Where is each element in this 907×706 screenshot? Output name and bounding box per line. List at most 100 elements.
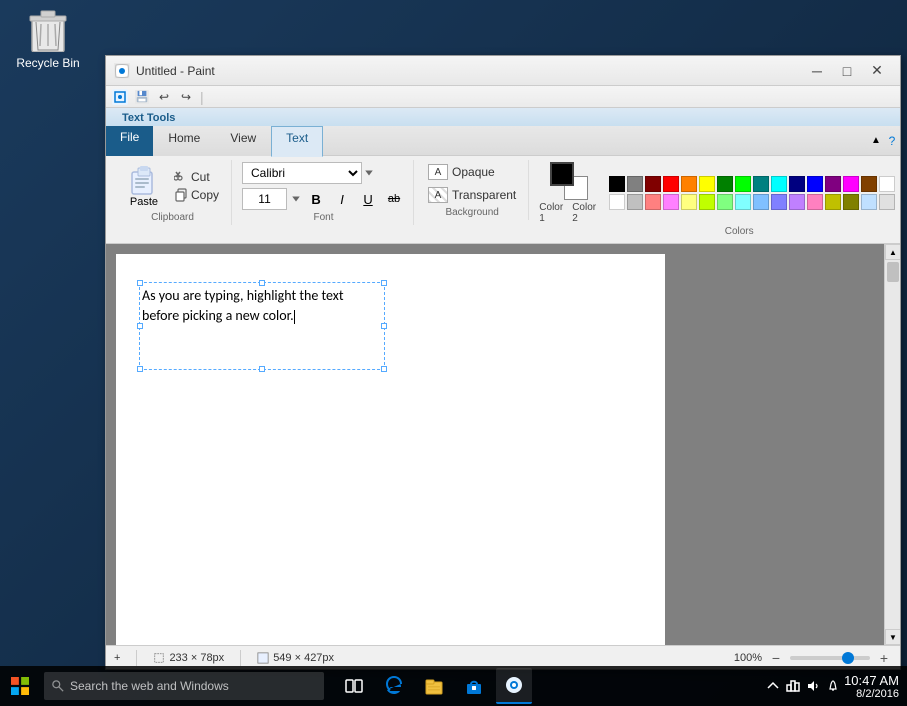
swatch-yellow[interactable] — [699, 176, 715, 192]
handle-br[interactable] — [381, 366, 387, 372]
volume-icon[interactable] — [806, 679, 820, 693]
italic-button[interactable]: I — [331, 188, 353, 210]
font-family-select[interactable]: Calibri Arial Times New Roman — [242, 162, 362, 184]
scroll-down-button[interactable]: ▼ — [885, 629, 900, 645]
underline-label: U — [363, 192, 372, 207]
notification-icon[interactable] — [826, 679, 840, 693]
swatch-black[interactable] — [609, 176, 625, 192]
scroll-thumb[interactable] — [887, 262, 899, 282]
scroll-track[interactable] — [885, 260, 900, 629]
save-button[interactable] — [132, 87, 152, 107]
colors-group-label: Colors — [725, 226, 754, 237]
swatch-lightgray[interactable] — [879, 194, 895, 210]
edge-button[interactable] — [376, 668, 412, 704]
paste-button[interactable]: Paste — [122, 162, 166, 210]
ribbon-collapse-button[interactable]: ▲ — [868, 126, 884, 156]
swatch-lightyellow[interactable] — [681, 194, 697, 210]
swatch-magenta[interactable] — [843, 176, 859, 192]
minimize-button[interactable]: ─ — [802, 57, 832, 85]
cut-button[interactable]: Cut — [170, 169, 223, 185]
close-button[interactable]: ✕ — [862, 57, 892, 85]
swatch-purple[interactable] — [825, 176, 841, 192]
bold-button[interactable]: B — [305, 188, 327, 210]
tab-home[interactable]: Home — [153, 126, 215, 156]
underline-button[interactable]: U — [357, 188, 379, 210]
paint-icon — [114, 63, 130, 79]
swatch-navy[interactable] — [789, 176, 805, 192]
store-button[interactable] — [456, 668, 492, 704]
undo-button[interactable]: ↩ — [154, 87, 174, 107]
paint-taskbar-button[interactable] — [496, 668, 532, 704]
zoom-minus-button[interactable]: − — [768, 650, 784, 666]
swatch-lightcyan[interactable] — [735, 194, 751, 210]
swatch-pink[interactable] — [663, 194, 679, 210]
swatch-orange[interactable] — [681, 176, 697, 192]
zoom-plus-button[interactable]: + — [876, 650, 892, 666]
swatch-gray[interactable] — [627, 176, 643, 192]
swatch-hotpink[interactable] — [807, 194, 823, 210]
status-dimensions1: 233 × 78px — [153, 652, 224, 664]
help-button[interactable]: ? — [884, 126, 900, 156]
handle-mr[interactable] — [381, 323, 387, 329]
swatch-periwinkle[interactable] — [771, 194, 787, 210]
chevron-up-icon[interactable] — [766, 679, 780, 693]
canvas[interactable]: As you are typing, highlight the text be… — [116, 254, 665, 645]
search-bar[interactable]: Search the web and Windows — [44, 672, 324, 700]
swatch-white2[interactable] — [609, 194, 625, 210]
tab-view[interactable]: View — [215, 126, 271, 156]
network-icon[interactable] — [786, 679, 800, 693]
redo-button[interactable]: ↪ — [176, 87, 196, 107]
swatch-olive2[interactable] — [825, 194, 841, 210]
canvas-text[interactable]: As you are typing, highlight the text be… — [142, 286, 380, 325]
swatch-salmon[interactable] — [645, 194, 661, 210]
handle-bl[interactable] — [137, 366, 143, 372]
opaque-label: Opaque — [452, 165, 495, 179]
clipboard-group: Paste Cut Copy — [114, 160, 232, 225]
status-sep1 — [136, 650, 137, 666]
color1-swatch[interactable] — [550, 162, 574, 186]
canvas-scroll[interactable]: As you are typing, highlight the text be… — [106, 244, 884, 645]
swatch-blue[interactable] — [807, 176, 823, 192]
swatch-lavender[interactable] — [789, 194, 805, 210]
swatch-olive[interactable] — [843, 194, 859, 210]
text-cursor — [294, 310, 295, 324]
opaque-button[interactable]: A Opaque — [424, 162, 520, 182]
swatch-silver[interactable] — [627, 194, 643, 210]
swatch-brown[interactable] — [861, 176, 877, 192]
recycle-bin[interactable]: Recycle Bin — [8, 0, 88, 78]
swatch-lightblue[interactable] — [753, 194, 769, 210]
time-display[interactable]: 10:47 AM 8/2/2016 — [844, 673, 899, 700]
swatch-white[interactable] — [879, 176, 895, 192]
transparent-button[interactable]: A Transparent — [424, 185, 520, 205]
scroll-up-button[interactable]: ▲ — [885, 244, 900, 260]
zoom-thumb[interactable] — [842, 652, 854, 664]
vertical-scrollbar[interactable]: ▲ ▼ — [884, 244, 900, 645]
swatch-maroon[interactable] — [645, 176, 661, 192]
start-button[interactable] — [0, 666, 40, 706]
swatch-lightgreen[interactable] — [717, 194, 733, 210]
swatch-green[interactable] — [717, 176, 733, 192]
explorer-button[interactable] — [416, 668, 452, 704]
copy-button[interactable]: Copy — [170, 187, 223, 203]
swatch-chartreuse[interactable] — [699, 194, 715, 210]
swatch-sky[interactable] — [861, 194, 877, 210]
dimensions2-text: 549 × 427px — [273, 652, 334, 664]
paint-app-icon[interactable] — [110, 87, 130, 107]
handle-tr[interactable] — [381, 280, 387, 286]
tab-text[interactable]: Text — [271, 126, 323, 157]
tab-file[interactable]: File — [106, 126, 153, 156]
swatch-cyan[interactable] — [771, 176, 787, 192]
swatch-teal[interactable] — [753, 176, 769, 192]
swatch-lime[interactable] — [735, 176, 751, 192]
zoom-slider[interactable] — [790, 656, 870, 660]
font-dropdown-icon — [364, 168, 374, 178]
font-group-label: Font — [314, 212, 334, 223]
font-size-input[interactable] — [242, 188, 287, 210]
handle-bm[interactable] — [259, 366, 265, 372]
edit-colors-button[interactable]: Edit colors — [901, 167, 907, 219]
strikethrough-button[interactable]: ab — [383, 188, 405, 210]
maximize-button[interactable]: □ — [832, 57, 862, 85]
task-view-button[interactable] — [336, 668, 372, 704]
color1-label: Color 1 — [539, 202, 566, 224]
swatch-red[interactable] — [663, 176, 679, 192]
